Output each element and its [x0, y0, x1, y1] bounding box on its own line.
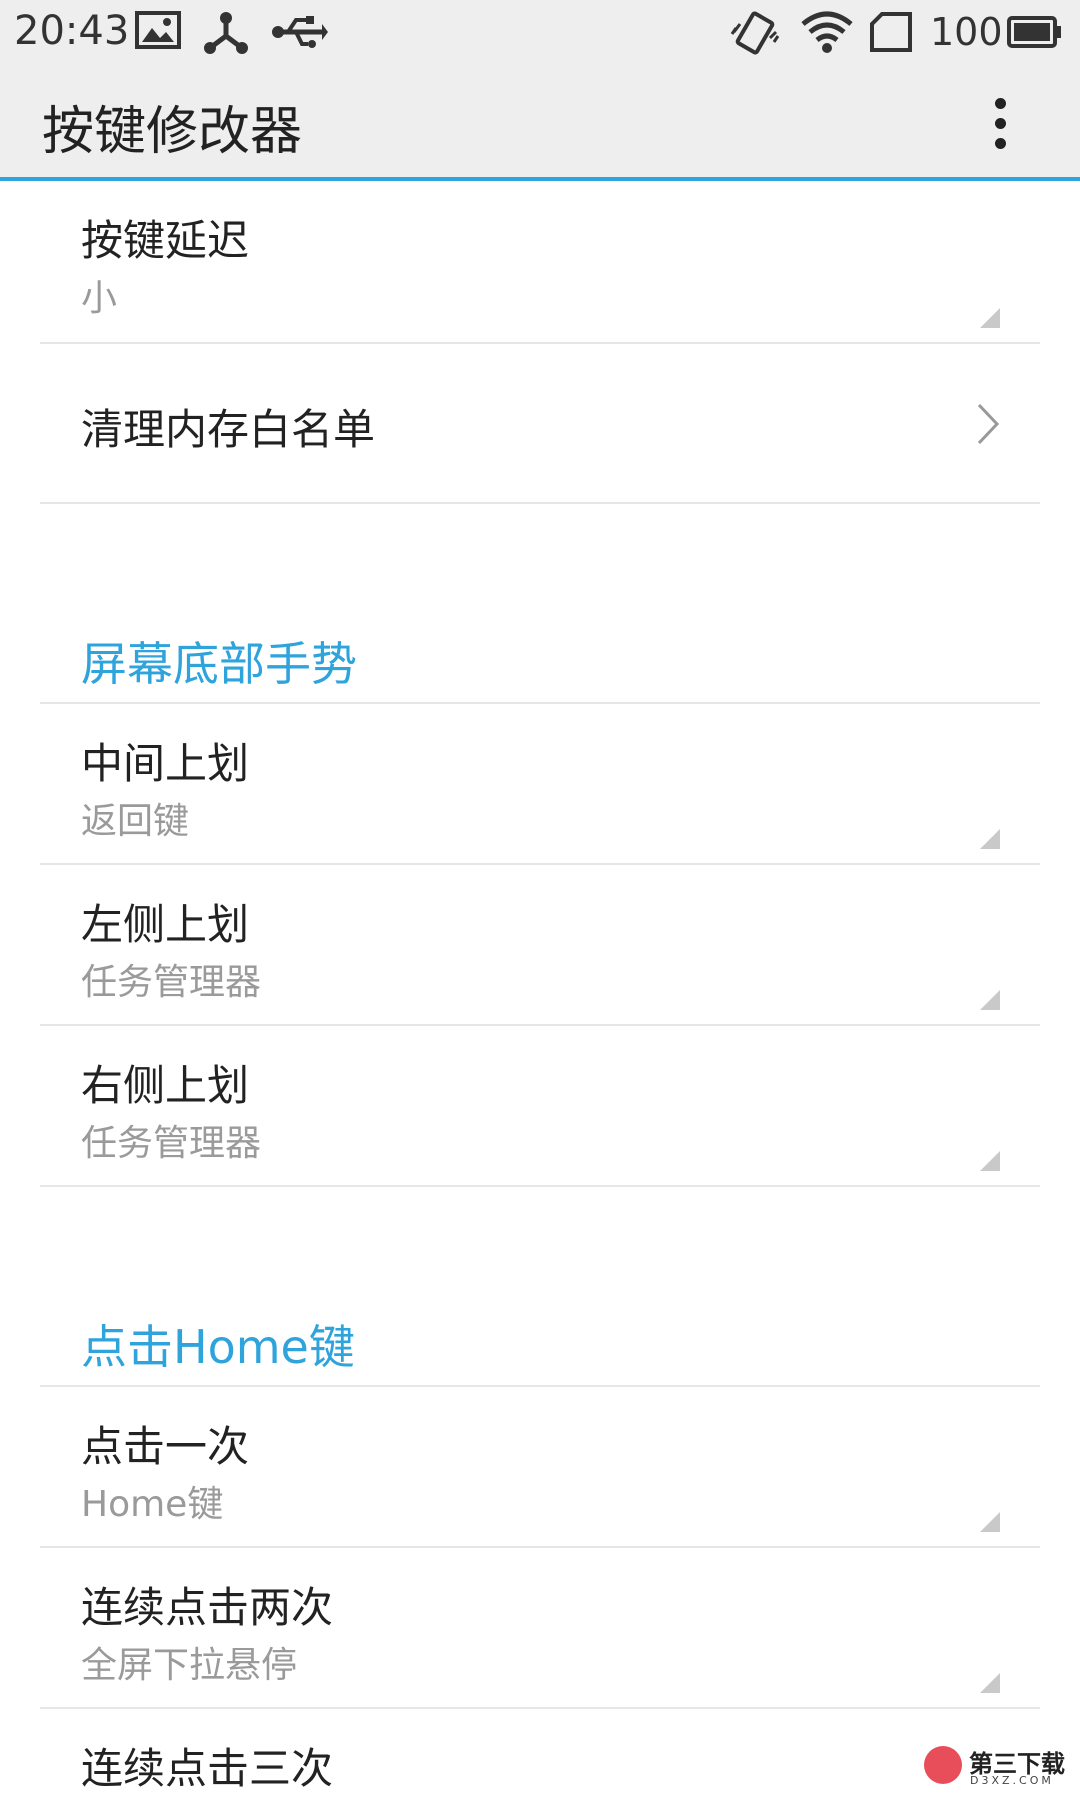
app-title: 按键修改器	[42, 102, 303, 162]
usb-icon	[270, 8, 328, 60]
pref-title: 连续点击三次	[81, 1744, 334, 1793]
section-bottom-gesture: 屏幕底部手势	[40, 504, 1040, 704]
section-home-click: 点击Home键	[40, 1187, 1040, 1387]
pref-title: 左侧上划	[81, 900, 250, 949]
battery-icon	[1006, 8, 1064, 60]
pref-title: 清理内存白名单	[81, 405, 376, 454]
status-bar: 20:43 100	[0, 0, 1080, 65]
vibrate-icon	[730, 8, 780, 62]
pref-summary: 任务管理器	[81, 1123, 262, 1164]
pref-summary: 任务管理器	[81, 962, 262, 1003]
pref-title: 右侧上划	[81, 1061, 250, 1110]
status-time: 20:43	[14, 8, 130, 54]
dropdown-corner-icon	[980, 308, 1000, 328]
usb-tether-icon	[202, 8, 250, 60]
pref-title: 按键延迟	[81, 216, 250, 265]
more-vert-icon[interactable]	[970, 87, 1030, 159]
dropdown-corner-icon	[980, 1151, 1000, 1171]
pref-summary: Home键	[81, 1484, 224, 1525]
gallery-icon	[134, 8, 182, 56]
dropdown-corner-icon	[980, 1512, 1000, 1532]
dropdown-corner-icon	[980, 1673, 1000, 1693]
pref-double-click[interactable]: 连续点击两次 全屏下拉悬停	[40, 1548, 1040, 1709]
dropdown-corner-icon	[980, 829, 1000, 849]
section-label: 点击Home键	[81, 1320, 355, 1374]
pref-key-delay[interactable]: 按键延迟 小	[40, 181, 1040, 344]
pref-left-swipe[interactable]: 左侧上划 任务管理器	[40, 865, 1040, 1026]
pref-title: 连续点击两次	[81, 1583, 334, 1632]
pref-title: 点击一次	[81, 1422, 250, 1471]
pref-summary: 小	[81, 278, 118, 319]
section-label: 屏幕底部手势	[81, 637, 357, 691]
pref-triple-click[interactable]: 连续点击三次	[40, 1709, 1040, 1800]
app-bar: 按键修改器	[0, 65, 1080, 181]
watermark-subtext: D3XZ.COM	[970, 1774, 1054, 1787]
dropdown-corner-icon	[980, 990, 1000, 1010]
pref-single-click[interactable]: 点击一次 Home键	[40, 1387, 1040, 1548]
pref-summary: 全屏下拉悬停	[81, 1645, 298, 1686]
pref-right-swipe[interactable]: 右侧上划 任务管理器	[40, 1026, 1040, 1187]
pref-title: 中间上划	[81, 739, 250, 788]
battery-level: 100	[930, 10, 1003, 54]
pref-middle-swipe[interactable]: 中间上划 返回键	[40, 704, 1040, 865]
pref-memory-whitelist[interactable]: 清理内存白名单	[40, 344, 1040, 504]
sim-icon	[868, 8, 914, 60]
pref-summary: 返回键	[81, 801, 190, 842]
watermark-icon	[924, 1746, 962, 1784]
wifi-icon	[800, 8, 854, 60]
watermark-logo: 第三下载 D3XZ.COM	[924, 1744, 1074, 1794]
chevron-right-icon	[976, 402, 1000, 450]
